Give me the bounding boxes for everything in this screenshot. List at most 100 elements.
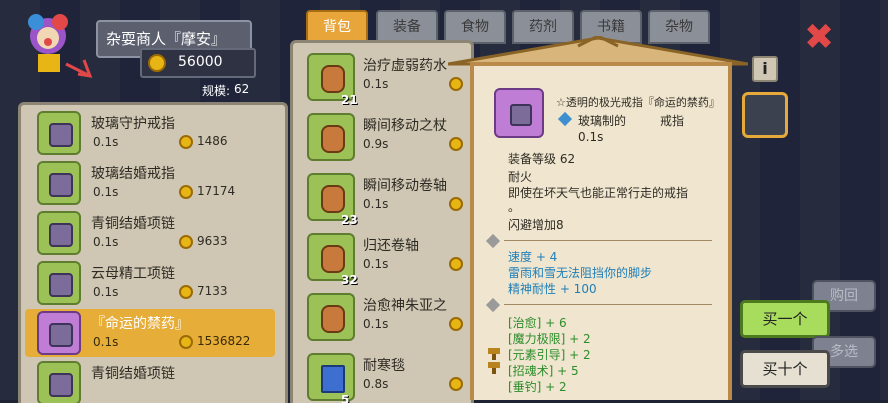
list-item[interactable]: 32 归还卷轴 0.1s: [299, 229, 469, 289]
detail-skill: [治愈] + 6: [508, 316, 567, 330]
detail-skill: [垂钓] + 2: [508, 380, 567, 394]
item-name: 玻璃守护戒指: [91, 116, 175, 132]
coin-icon: [449, 197, 463, 211]
scale-label: 规模:: [202, 84, 231, 98]
item-time: 0.1s: [93, 135, 119, 149]
detail-skill: [招魂术] + 5: [508, 364, 579, 378]
list-item[interactable]: 青铜结婚项链: [25, 359, 275, 403]
close-icon[interactable]: ✖: [804, 20, 834, 56]
item-time: 0.1s: [363, 77, 389, 91]
shop-list[interactable]: 玻璃守护戒指 0.1s 1486 玻璃结婚戒指 0.1s 17174 青铜结婚项…: [18, 102, 288, 403]
coin-icon: [179, 335, 193, 349]
item-time: 0.1s: [363, 197, 389, 211]
necklace-icon: [37, 211, 81, 255]
ring-icon: [37, 161, 81, 205]
item-quantity: 5: [341, 393, 350, 403]
item-time: 0.1s: [93, 185, 119, 199]
coin-icon: [449, 377, 463, 391]
merchant-avatar: [28, 14, 93, 78]
item-time: 0.1s: [93, 235, 119, 249]
gold-display: 56000: [140, 48, 256, 78]
buy-ten-button[interactable]: 买十个: [740, 350, 830, 388]
ring-icon: [494, 88, 544, 138]
item-name: 『命运的禁药』: [91, 316, 189, 332]
detail-skill: [元素引导] + 2: [508, 348, 591, 362]
list-item-selected[interactable]: 『命运的禁药』 0.1s 1536822: [25, 309, 275, 357]
item-price: 9633: [197, 234, 228, 248]
item-time: 0.8s: [363, 377, 389, 391]
item-price: 1486: [197, 134, 228, 148]
coin-icon: [179, 135, 193, 149]
coin-icon: [179, 185, 193, 199]
item-name: 青铜结婚项链: [91, 366, 175, 382]
coin-icon: [179, 285, 193, 299]
detail-time: 0.1s: [578, 130, 604, 144]
coin-icon: [449, 257, 463, 271]
divider: [504, 240, 712, 241]
detail-desc-end: 。: [508, 200, 521, 214]
item-time: 0.1s: [363, 317, 389, 331]
detail-level: 装备等级 62: [508, 152, 576, 166]
necklace-icon: [37, 361, 81, 403]
necklace-icon: [37, 261, 81, 305]
info-button[interactable]: i: [752, 56, 778, 82]
merchant-name: 杂耍商人『摩安』: [106, 30, 227, 48]
item-name: 治愈神朱亚之: [363, 298, 447, 314]
item-time: 0.1s: [93, 335, 119, 349]
list-item[interactable]: 治愈神朱亚之 0.1s: [299, 289, 469, 349]
bag-list[interactable]: 21 治疗虚弱药水 0.1s 瞬间移动之杖 0.9s 23 瞬间移动卷轴 0.1…: [290, 40, 474, 403]
list-item[interactable]: 玻璃守护戒指 0.1s 1486: [25, 109, 275, 157]
list-item[interactable]: 23 瞬间移动卷轴 0.1s: [299, 169, 469, 229]
detail-title: ☆透明的极光戒指『命运的禁药』: [556, 96, 720, 109]
item-name: 归还卷轴: [363, 238, 419, 254]
tab-equipment[interactable]: 装备: [376, 10, 438, 44]
detail-type: 戒指: [660, 114, 685, 128]
coin-icon: [449, 317, 463, 331]
item-name: 青铜结婚项链: [91, 216, 175, 232]
item-name: 云母精工项链: [91, 266, 175, 282]
detail-evade: 闪避增加8: [508, 218, 564, 232]
detail-stat: 速度 + 4: [508, 250, 558, 264]
coin-icon: [449, 137, 463, 151]
staff-icon: [307, 113, 355, 161]
item-time: 0.1s: [363, 257, 389, 271]
equip-slot[interactable]: [742, 92, 788, 138]
buy-one-button[interactable]: 买一个: [740, 300, 830, 338]
list-item[interactable]: 5 耐寒毯 0.8s: [299, 349, 469, 403]
item-detail-panel: ☆透明的极光戒指『命运的禁药』 玻璃制的 戒指 0.1s 装备等级 62 耐火 …: [470, 62, 732, 400]
item-price: 17174: [197, 184, 236, 198]
diamond-icon: [485, 233, 501, 249]
ring-icon: [37, 111, 81, 155]
list-item[interactable]: 云母精工项链 0.1s 7133: [25, 259, 275, 307]
detail-material: 玻璃制的: [578, 114, 627, 128]
potion-icon: [307, 293, 355, 341]
item-name: 治疗虚弱药水: [363, 58, 447, 74]
glass-material-icon: [557, 111, 573, 127]
coin-icon: [179, 235, 193, 249]
item-time: 0.9s: [363, 137, 389, 151]
detail-stat: 雷雨和雪无法阻挡你的脚步: [508, 266, 653, 280]
item-quantity: 21: [341, 93, 358, 107]
item-quantity: 23: [341, 213, 358, 227]
ring-icon: [37, 311, 81, 355]
tab-bag[interactable]: 背包: [306, 10, 368, 44]
detail-fire: 耐火: [508, 170, 533, 184]
detail-desc: 即使在坏天气也能正常行走的戒指: [508, 186, 689, 200]
list-item[interactable]: 青铜结婚项链 0.1s 9633: [25, 209, 275, 257]
item-price: 1536822: [197, 334, 251, 348]
hammer-icon: [488, 348, 500, 374]
list-item[interactable]: 玻璃结婚戒指 0.1s 17174: [25, 159, 275, 207]
item-name: 耐寒毯: [363, 358, 405, 374]
divider: [504, 304, 712, 305]
list-item[interactable]: 21 治疗虚弱药水 0.1s: [299, 49, 469, 109]
diamond-icon: [485, 297, 501, 313]
list-item[interactable]: 瞬间移动之杖 0.9s: [299, 109, 469, 169]
detail-skill: [魔力极限] + 2: [508, 332, 591, 346]
item-price: 7133: [197, 284, 228, 298]
scale-value: 62: [234, 82, 250, 96]
detail-stat: 精神耐性 + 100: [508, 282, 597, 296]
coin-icon: [148, 54, 166, 72]
gold-amount: 56000: [178, 54, 223, 70]
item-time: 0.1s: [93, 285, 119, 299]
item-name: 瞬间移动之杖: [363, 118, 447, 134]
